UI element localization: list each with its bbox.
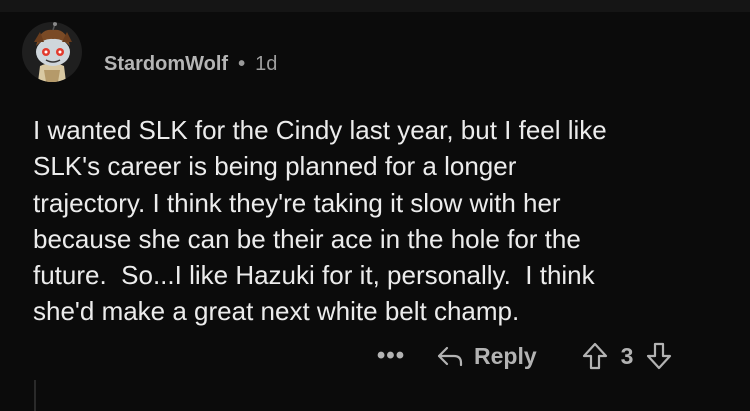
reply-button[interactable]: Reply <box>436 343 537 370</box>
comment-header: StardomWolf • 1d <box>104 50 277 78</box>
thread-line <box>34 380 36 411</box>
more-options-button[interactable]: ••• <box>370 336 412 376</box>
downvote-arrow-icon[interactable] <box>645 341 673 371</box>
reply-arrow-icon <box>436 344 464 368</box>
comment-actions: ••• Reply 3 <box>370 334 673 378</box>
vote-score: 3 <box>620 342 634 369</box>
vote-controls: 3 <box>581 341 674 371</box>
reply-label: Reply <box>474 342 537 369</box>
avatar[interactable] <box>22 22 82 82</box>
meta-separator: • <box>238 53 246 75</box>
comment-body: I wanted SLK for the Cindy last year, bu… <box>33 115 607 327</box>
comment-age: 1d <box>255 53 278 75</box>
author-username[interactable]: StardomWolf <box>104 50 228 78</box>
snoo-avatar-icon <box>34 22 72 82</box>
top-bar <box>0 0 750 12</box>
upvote-arrow-icon[interactable] <box>581 341 609 371</box>
